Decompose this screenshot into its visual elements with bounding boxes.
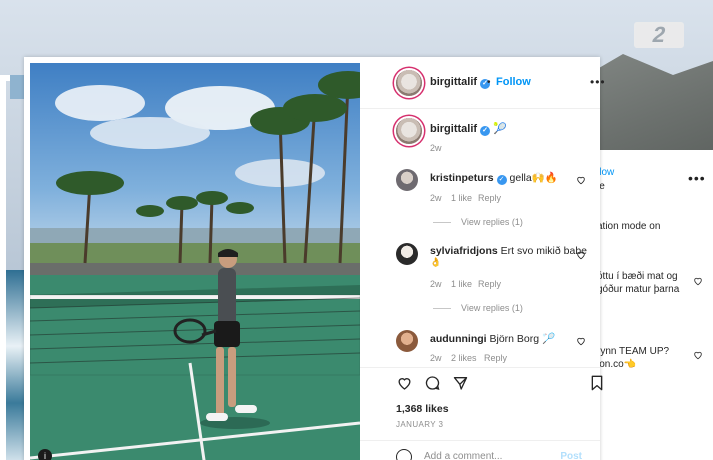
likes-count[interactable]: 1,368 likes bbox=[396, 403, 449, 415]
caption-avatar[interactable] bbox=[396, 118, 422, 144]
post-comment-button[interactable]: Post bbox=[560, 451, 582, 460]
share-icon[interactable] bbox=[452, 375, 469, 391]
back-comment-1: ation mode on bbox=[597, 221, 661, 232]
replies-divider bbox=[433, 308, 451, 309]
author-username[interactable]: birgittalif ✓ bbox=[430, 76, 491, 89]
post-photo[interactable] bbox=[30, 63, 360, 460]
view-replies-button[interactable]: View replies (1) bbox=[461, 303, 523, 313]
comment-reply-button[interactable]: Reply bbox=[478, 193, 501, 203]
verified-icon: ✓ bbox=[496, 175, 507, 185]
comment-likes[interactable]: 2 likes bbox=[451, 353, 477, 363]
comment-avatar[interactable] bbox=[396, 330, 418, 352]
replies-divider bbox=[433, 222, 451, 223]
comment-likes[interactable]: 1 like bbox=[451, 279, 472, 289]
add-comment-input[interactable]: Add a comment... bbox=[424, 451, 502, 460]
comment-like-icon[interactable] bbox=[576, 336, 586, 346]
caption-username[interactable]: birgittalif ✓ 🎾 bbox=[430, 122, 507, 136]
back-heart-icon-2[interactable] bbox=[693, 350, 703, 360]
comment-text: kristinpeturs ✓ gella🙌🔥 bbox=[430, 172, 558, 185]
comment-avatar[interactable] bbox=[396, 169, 418, 191]
instagram-post-card: i birgittalif ✓ • Follow ••• birgittalif ✓… bbox=[24, 57, 605, 460]
comment-text: sylviafridjons Ert svo mikið babe bbox=[430, 245, 587, 257]
post-sidebar: birgittalif ✓ • Follow ••• birgittalif ✓ 🎾… bbox=[360, 57, 605, 460]
post-header: birgittalif ✓ • Follow ••• bbox=[360, 57, 605, 109]
comment-avatar[interactable] bbox=[396, 243, 418, 265]
save-icon[interactable] bbox=[590, 375, 604, 391]
comment-like-icon[interactable] bbox=[576, 250, 586, 260]
comment-reply-button[interactable]: Reply bbox=[484, 353, 507, 363]
post-actions-bar bbox=[360, 367, 603, 393]
back-comment-2a: óttu í bæði mat og bbox=[597, 271, 678, 282]
comment-like-icon[interactable] bbox=[576, 175, 586, 185]
add-comment-bar: Add a comment... Post bbox=[360, 440, 600, 460]
caption-time: 2w bbox=[430, 143, 442, 153]
like-icon[interactable] bbox=[396, 375, 413, 391]
author-avatar[interactable] bbox=[396, 70, 422, 96]
comment-text: audunningi Björn Borg 🏸 bbox=[430, 333, 556, 345]
comment-text-cont: 👌 bbox=[430, 257, 442, 267]
back-more-icon[interactable]: ••• bbox=[688, 170, 706, 186]
back-heart-icon-1[interactable] bbox=[693, 276, 703, 286]
channel-logo: 2 bbox=[634, 22, 684, 48]
comment-likes[interactable]: 1 like bbox=[451, 193, 472, 203]
back-comment-2b: góður matur þarna bbox=[597, 284, 680, 295]
comment-icon[interactable] bbox=[424, 375, 441, 391]
comment-time: 2w bbox=[430, 193, 442, 203]
back-post-card: llow je ••• ation mode on óttu í bæði ma… bbox=[590, 150, 713, 460]
view-replies-button[interactable]: View replies (1) bbox=[461, 217, 523, 227]
photo-info-icon[interactable]: i bbox=[38, 449, 52, 460]
emoji-icon[interactable] bbox=[396, 449, 412, 460]
back-comment-3a: rynn TEAM UP? bbox=[597, 346, 670, 357]
comment-reply-button[interactable]: Reply bbox=[478, 279, 501, 289]
comment-time: 2w bbox=[430, 279, 442, 289]
back-comment-3b: lon.co👈 bbox=[597, 359, 637, 370]
comment-time: 2w bbox=[430, 353, 442, 363]
post-date: JANUARY 3 bbox=[396, 420, 444, 429]
header-separator: • bbox=[487, 77, 491, 88]
more-options-icon[interactable]: ••• bbox=[590, 75, 606, 89]
caption-text: 🎾 bbox=[493, 123, 507, 135]
verified-icon: ✓ bbox=[480, 126, 491, 136]
follow-button[interactable]: Follow bbox=[496, 76, 531, 88]
